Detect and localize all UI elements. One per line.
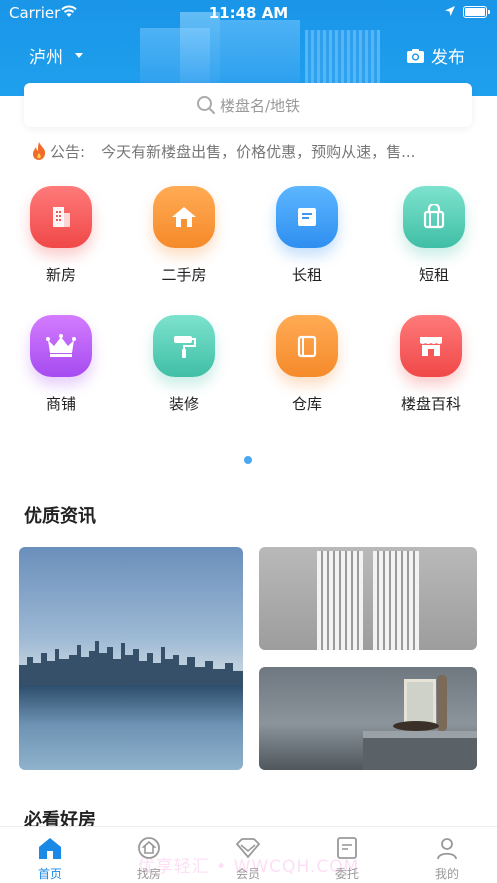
- publish-label: 发布: [431, 48, 465, 68]
- notice-bar[interactable]: 公告: 今天有新楼盘出售，价格优惠，预购从速，售...: [30, 140, 470, 162]
- category-label: 长租: [291, 266, 322, 284]
- watermark: 优享轻汇 • WWCQH.COM: [137, 857, 360, 877]
- news-image-interior[interactable]: [259, 667, 477, 770]
- store-icon: [400, 315, 462, 377]
- cabinet-graphic: [363, 737, 477, 770]
- bag-icon: [403, 186, 465, 248]
- frame-graphic: [404, 679, 436, 725]
- search-placeholder: 楼盘名/地铁: [219, 96, 301, 115]
- tower-graphic: [317, 551, 363, 650]
- paint-roller-icon: [153, 315, 215, 377]
- search-icon: [196, 96, 215, 114]
- cabinet-top-graphic: [363, 731, 477, 738]
- category-warehouse[interactable]: 仓库: [252, 315, 362, 414]
- house-icon: [153, 186, 215, 248]
- category-label: 短租: [418, 266, 449, 284]
- city-selector[interactable]: 泸州: [29, 43, 83, 68]
- status-bar: Carrier 11:48 AM: [0, 0, 497, 26]
- news-image-buildings[interactable]: [259, 547, 477, 650]
- category-new-house[interactable]: 新房: [6, 186, 116, 285]
- category-label: 二手房: [161, 266, 207, 284]
- news-image-city-skyline[interactable]: [19, 547, 243, 770]
- battery-icon: [463, 6, 490, 18]
- bowl-graphic: [393, 721, 439, 731]
- category-label: 仓库: [291, 395, 322, 413]
- book-icon: [276, 315, 338, 377]
- location-arrow-icon: [445, 6, 455, 16]
- search-input[interactable]: 楼盘名/地铁: [24, 83, 472, 127]
- tower-graphic: [373, 551, 419, 650]
- category-label: 楼盘百科: [400, 395, 461, 413]
- building-icon: [30, 186, 92, 248]
- category-shop[interactable]: 商铺: [6, 315, 116, 414]
- flame-icon: [33, 142, 46, 160]
- clock: 11:48 AM: [208, 4, 289, 22]
- page-indicator-dot[interactable]: [244, 456, 252, 464]
- document-icon: [276, 186, 338, 248]
- notice-label: 公告:: [50, 142, 86, 161]
- notice-text: 今天有新楼盘出售，价格优惠，预购从速，售...: [101, 142, 416, 161]
- category-second-hand[interactable]: 二手房: [129, 186, 239, 285]
- camera-icon: [407, 48, 424, 63]
- category-property-wiki[interactable]: 楼盘百科: [376, 315, 486, 414]
- publish-button[interactable]: 发布: [406, 43, 465, 68]
- category-label: 装修: [168, 395, 199, 413]
- vase-graphic: [437, 675, 447, 731]
- caret-down-icon: [75, 53, 83, 58]
- crown-icon: [30, 315, 92, 377]
- city-label: 泸州: [29, 48, 63, 68]
- news-section-title: 优质资讯: [24, 506, 96, 527]
- category-long-rent[interactable]: 长租: [252, 186, 362, 285]
- skyline-graphic: [19, 641, 243, 685]
- category-label: 商铺: [45, 395, 76, 413]
- category-decoration[interactable]: 装修: [129, 315, 239, 414]
- header: Carrier 11:48 AM 泸州 发布: [0, 0, 497, 96]
- category-label: 新房: [45, 266, 76, 284]
- category-short-rent[interactable]: 短租: [379, 186, 489, 285]
